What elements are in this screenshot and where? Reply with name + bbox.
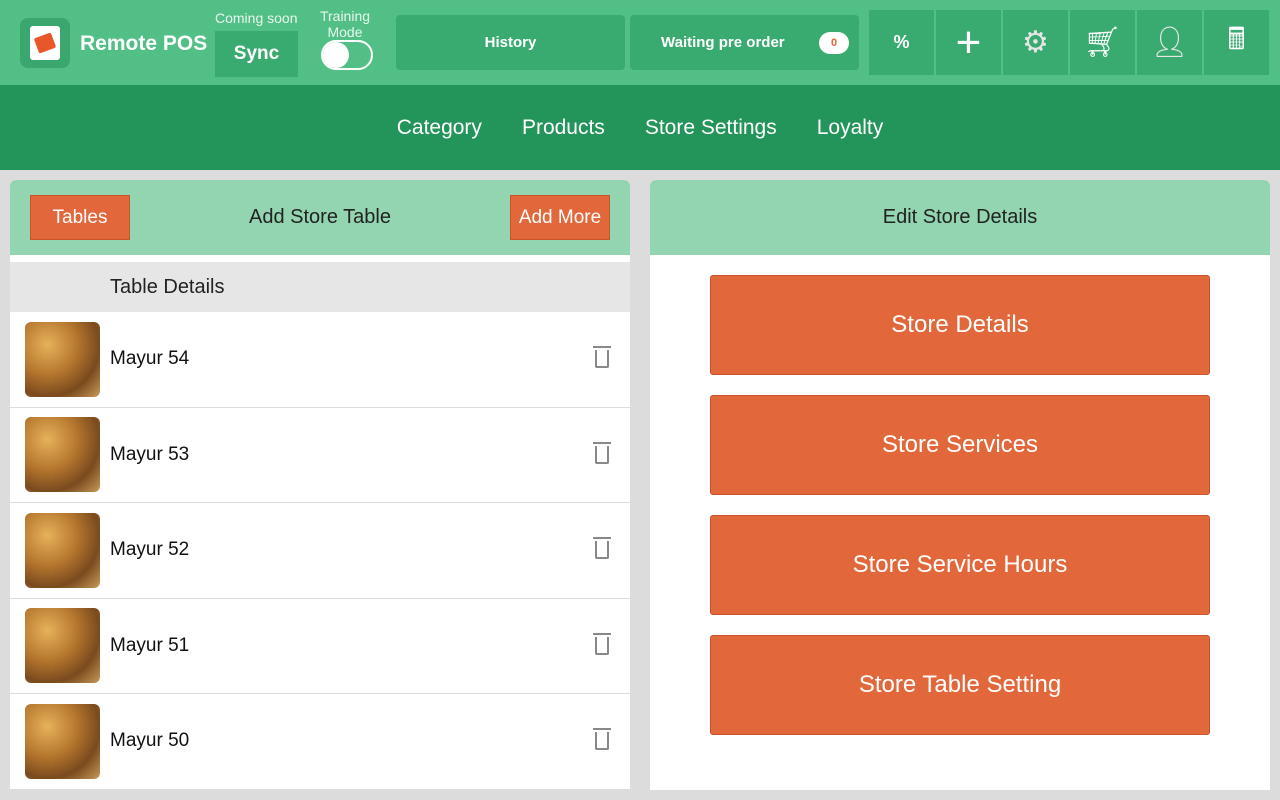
waiting-count-badge: 0 [819,32,849,54]
store-services-button[interactable]: Store Services [710,395,1210,495]
table-row[interactable]: Mayur 53 [10,408,630,503]
coming-soon-label: Coming soon [215,10,298,26]
trash-icon[interactable] [593,728,611,751]
calculator-icon[interactable]: 🖩 [1204,10,1269,75]
table-name: Mayur 54 [110,348,190,370]
edit-store-details-title: Edit Store Details [650,180,1270,255]
sync-button[interactable]: Sync [215,31,298,77]
waiting-pre-order-label: Waiting pre order [661,34,785,51]
waiting-pre-order-button[interactable]: Waiting pre order 0 [630,15,859,70]
table-image [25,512,100,588]
trash-icon[interactable] [593,441,611,464]
table-name: Mayur 51 [110,634,190,656]
main-nav: Category Products Store Settings Loyalty [0,85,1280,170]
table-image [25,417,100,493]
user-icon[interactable]: 👤︎ [1137,10,1202,75]
plus-icon[interactable]: + [936,10,1001,75]
store-service-hours-button[interactable]: Store Service Hours [710,515,1210,615]
table-row[interactable]: Mayur 50 [10,694,630,790]
nav-store-settings[interactable]: Store Settings [645,116,777,140]
panel-title: Add Store Table [249,206,391,228]
table-details-header: Table Details [10,262,630,312]
table-row[interactable]: Mayur 52 [10,503,630,599]
add-more-button[interactable]: Add More [510,195,610,240]
training-mode-toggle[interactable] [321,40,373,70]
nav-category[interactable]: Category [397,116,482,140]
table-name: Mayur 52 [110,539,190,561]
cart-icon[interactable]: 🛒︎ [1070,10,1135,75]
app-logo [20,18,70,68]
store-details-panel: Edit Store Details Store Details Store S… [650,180,1270,790]
trash-icon[interactable] [593,632,611,655]
table-row[interactable]: Mayur 54 [10,312,630,408]
tables-panel: Tables Add Store Table Add More Table De… [10,180,630,790]
table-name: Mayur 50 [110,730,190,752]
store-table-setting-button[interactable]: Store Table Setting [710,635,1210,735]
nav-products[interactable]: Products [522,116,605,140]
table-image [25,321,100,397]
history-button[interactable]: History [396,15,625,70]
nav-loyalty[interactable]: Loyalty [817,116,884,140]
training-mode-label: Training Mode [319,8,371,40]
trash-icon[interactable] [593,346,611,369]
tables-button[interactable]: Tables [30,195,130,240]
app-title: Remote POS [80,32,208,55]
table-image [25,703,100,779]
discount-icon[interactable]: % [869,10,934,75]
store-details-button[interactable]: Store Details [710,275,1210,375]
trash-icon[interactable] [593,537,611,560]
table-row[interactable]: Mayur 51 [10,599,630,694]
table-image [25,608,100,684]
top-bar: Remote POS Coming soon Sync Training Mod… [0,0,1280,85]
table-name: Mayur 53 [110,443,190,465]
gear-icon[interactable]: ⚙ [1003,10,1068,75]
